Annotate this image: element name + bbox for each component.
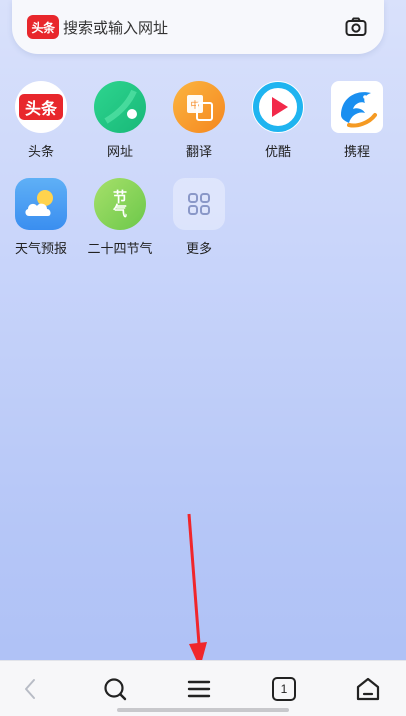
- home-indicator: [117, 708, 289, 712]
- search-icon[interactable]: [101, 675, 129, 703]
- tab-count: 1: [280, 682, 288, 696]
- tabs-icon[interactable]: 1: [270, 675, 298, 703]
- back-icon[interactable]: [17, 675, 45, 703]
- annotation-arrow: [187, 513, 207, 668]
- menu-icon[interactable]: [185, 675, 213, 703]
- home-icon[interactable]: [354, 675, 382, 703]
